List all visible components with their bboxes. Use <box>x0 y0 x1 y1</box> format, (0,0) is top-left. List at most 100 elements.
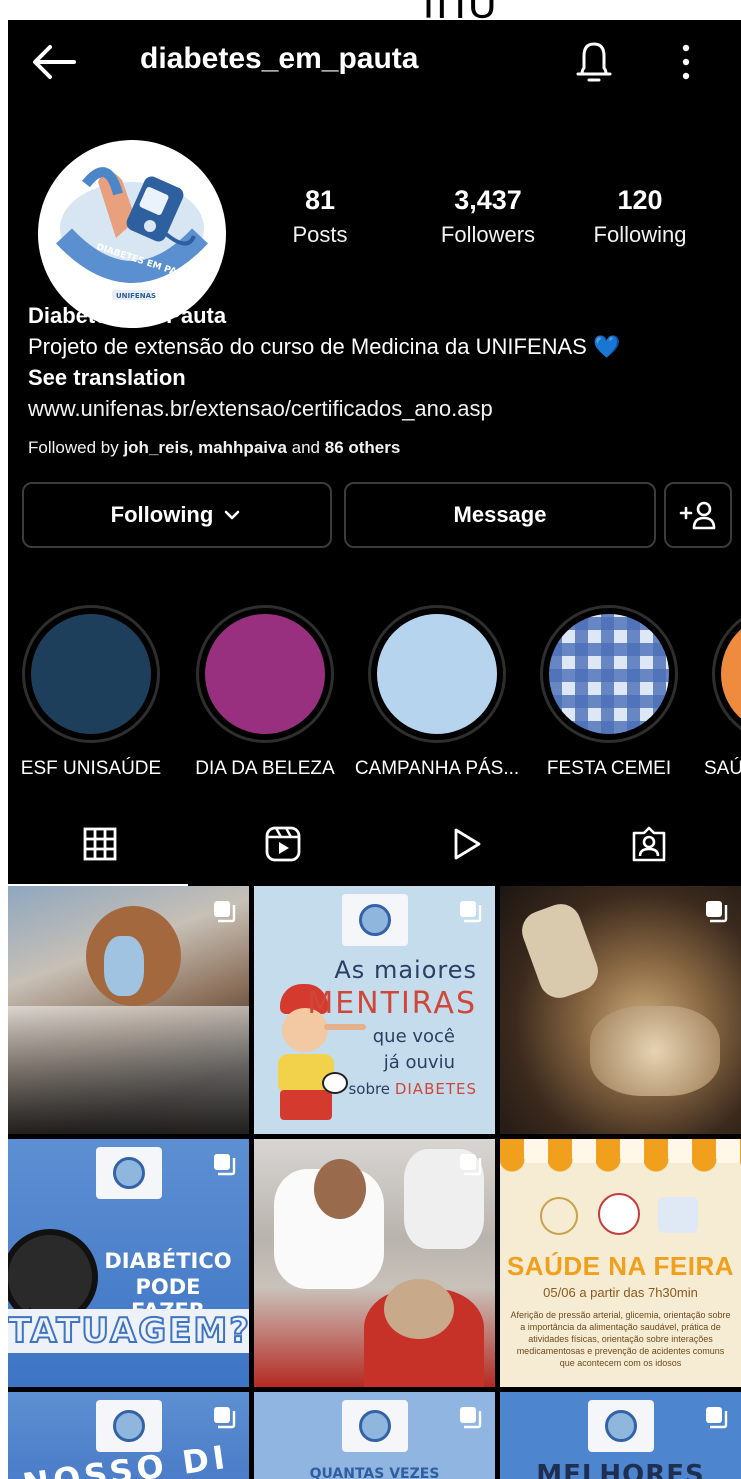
followed-by-text[interactable]: Followed by joh_reis, mahhpaiva and 86 o… <box>28 438 400 458</box>
photo-person-head <box>314 1159 366 1219</box>
post-logo <box>587 1400 654 1452</box>
profile-tabs <box>8 802 741 887</box>
highlight-cover <box>377 614 497 734</box>
app-bar: diabetes_em_pauta <box>8 20 741 130</box>
following-count-value: 120 <box>617 185 663 215</box>
following-count[interactable]: 120 Following <box>580 185 700 248</box>
highlight-dia-da-beleza[interactable] <box>196 605 334 743</box>
post-text-sobre-diabetes: sobre DIABETES <box>348 1080 477 1098</box>
bio-description-line: Projeto de extensão do curso de Medicina… <box>28 331 728 362</box>
message-button-label: Message <box>453 502 547 527</box>
highlight-campanha-pascoa[interactable] <box>368 605 506 743</box>
multiple-photos-icon <box>460 901 482 923</box>
followed-by-and: and <box>291 438 321 457</box>
post-text-sobre: sobre <box>348 1080 391 1098</box>
post-text-quantas-vezes: QUANTAS VEZES <box>309 1466 440 1479</box>
highlight-cover <box>31 614 151 734</box>
highlight-esf-unisaude[interactable] <box>22 605 160 743</box>
multiple-photos-icon <box>214 1154 236 1176</box>
post-tile[interactable]: MELHORES <box>500 1392 741 1479</box>
profile-bio: Diabetes Em Pauta Projeto de extensão do… <box>28 300 728 424</box>
add-person-icon <box>679 501 716 530</box>
multiple-photos-icon <box>706 901 728 923</box>
back-arrow-icon[interactable] <box>30 42 78 82</box>
photo-lower <box>8 1006 249 1134</box>
feira-body: Aferição de pressão arterial, glicemia, … <box>510 1310 731 1368</box>
followed-by-prefix: Followed by <box>28 438 119 457</box>
followers-count-value: 3,437 <box>454 185 522 215</box>
posts-count[interactable]: 81 Posts <box>270 185 370 248</box>
photo-basket <box>590 1006 720 1096</box>
highlight-saude[interactable] <box>712 605 741 743</box>
post-text-diabetes: DIABETES <box>394 1080 477 1098</box>
posts-count-value: 81 <box>304 185 336 215</box>
tab-grid[interactable] <box>8 802 191 886</box>
bio-description: Projeto de extensão do curso de Medicina… <box>28 334 587 359</box>
post-tile[interactable]: DIABÉTICO PODE FAZER TATUAGEM? <box>8 1139 249 1387</box>
post-tile[interactable]: As maiores MENTIRAS que você já ouviu so… <box>254 886 495 1134</box>
photo-patient-head <box>384 1279 454 1339</box>
highlight-cover-gingham <box>549 614 669 734</box>
followed-by-others: 86 others <box>324 438 401 457</box>
bio-website-link[interactable]: www.unifenas.br/extensao/certificados_an… <box>28 393 728 424</box>
post-tile[interactable]: SAÚDE NA FEIRA 05/06 a partir das 7h30mi… <box>500 1139 741 1387</box>
message-button[interactable]: Message <box>344 482 656 548</box>
multiple-photos-icon <box>214 1407 236 1429</box>
post-tile[interactable]: QUANTAS VEZES <box>254 1392 495 1479</box>
post-tile[interactable] <box>254 1139 495 1387</box>
post-logo <box>95 1400 162 1452</box>
profile-screen: diabetes_em_pauta DIABETES EM PAUTA UNIF… <box>8 20 741 1479</box>
post-tile[interactable]: NOSSO DI <box>8 1392 249 1479</box>
highlight-cover <box>721 614 741 734</box>
chevron-down-icon <box>225 510 240 520</box>
multiple-photos-icon <box>214 901 236 923</box>
highlight-festa-cemei[interactable] <box>540 605 678 743</box>
tagged-icon <box>632 826 665 862</box>
photo-object <box>516 898 604 1004</box>
videos-icon <box>454 828 480 860</box>
multiple-photos-icon <box>706 1407 728 1429</box>
profile-username: diabetes_em_pauta <box>140 42 419 75</box>
post-text-ja-ouviu: já ouviu <box>383 1052 455 1073</box>
following-button-label: Following <box>110 502 214 527</box>
add-person-button[interactable] <box>664 482 732 548</box>
more-options-icon[interactable] <box>676 42 696 82</box>
awning-scallops <box>500 1159 741 1173</box>
highlight-label: SAÚ <box>704 758 741 779</box>
post-text-as-maiores: As maiores <box>334 956 477 984</box>
post-logo <box>95 1147 162 1199</box>
post-logo <box>341 894 408 946</box>
followed-by-names: joh_reis, mahhpaiva <box>123 438 287 457</box>
post-text-melhores: MELHORES <box>536 1460 705 1479</box>
handwritten-scribble: ᒣᑎᑌ <box>410 0 499 20</box>
highlight-label: FESTA CEMEI <box>546 758 672 779</box>
highlight-label: CAMPANHA PÁS... <box>354 758 520 779</box>
photo-face-mask <box>104 936 144 996</box>
followers-count[interactable]: 3,437 Followers <box>413 185 563 248</box>
tab-videos[interactable] <box>374 802 557 886</box>
partner-logos <box>540 1193 700 1237</box>
post-text-diabetico: DIABÉTICO <box>104 1249 232 1273</box>
post-text-que-voce: que você <box>372 1026 455 1047</box>
followers-count-label: Followers <box>440 222 536 247</box>
multiple-photos-icon <box>460 1407 482 1429</box>
post-tile[interactable] <box>8 886 249 1134</box>
notification-bell-icon[interactable] <box>576 38 612 86</box>
highlight-cover <box>205 614 325 734</box>
screenshot-top-margin: ᒣᑎᑌ <box>0 0 741 20</box>
see-translation-link[interactable]: See translation <box>28 362 728 393</box>
profile-display-name: Diabetes Em Pauta <box>28 303 227 328</box>
feira-date: 05/06 a partir das 7h30min <box>543 1285 698 1300</box>
avatar-org-text: UNIFENAS <box>116 292 157 300</box>
posts-count-label: Posts <box>292 222 348 247</box>
tab-reels[interactable] <box>191 802 374 886</box>
following-button[interactable]: Following <box>22 482 332 548</box>
post-text-tatuagem: TATUAGEM? <box>8 1310 249 1352</box>
post-tile[interactable] <box>500 886 741 1134</box>
reels-icon <box>265 826 300 862</box>
following-count-label: Following <box>593 222 687 247</box>
highlight-label: DIA DA BELEZA <box>195 758 335 779</box>
post-logo <box>341 1400 408 1452</box>
post-text-mentiras: MENTIRAS <box>307 986 477 1021</box>
tab-tagged[interactable] <box>557 802 740 886</box>
